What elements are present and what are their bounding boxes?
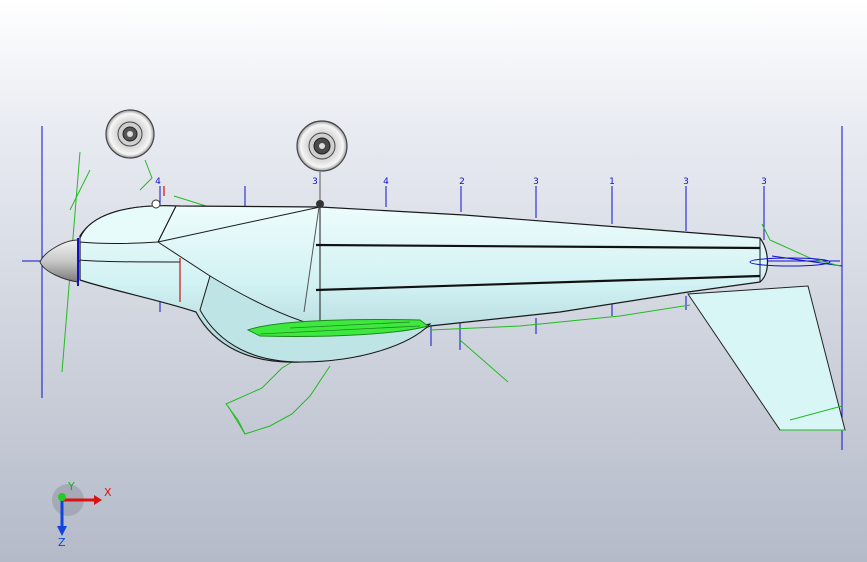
main-wheel[interactable] <box>296 120 348 172</box>
spinner <box>39 239 79 283</box>
station-label-5: 3 <box>533 177 539 187</box>
cad-graphics-area[interactable]: 4 3 4 2 3 1 3 3 <box>0 0 867 562</box>
nose-wheel[interactable] <box>105 109 155 159</box>
triad-x-label: X <box>104 486 112 499</box>
station-label-7: 3 <box>683 177 689 187</box>
tail-surface <box>687 285 846 431</box>
triad-y-axis <box>58 493 66 501</box>
station-labels: 4 3 4 2 3 1 3 3 <box>155 177 767 187</box>
nose-gear-pivot <box>151 199 161 209</box>
triad-y-label: Y <box>67 480 75 493</box>
station-label-4: 2 <box>459 177 465 187</box>
station-label-3: 4 <box>383 177 389 187</box>
station-label-6: 1 <box>609 177 615 187</box>
reference-triad: X Y Z <box>52 480 112 549</box>
station-label-1: 4 <box>155 177 161 187</box>
station-label-2: 3 <box>312 177 318 187</box>
triad-z-label: Z <box>58 536 66 549</box>
fuselage <box>79 205 769 363</box>
gear-pivot <box>316 200 324 208</box>
station-label-8: 3 <box>761 177 767 187</box>
